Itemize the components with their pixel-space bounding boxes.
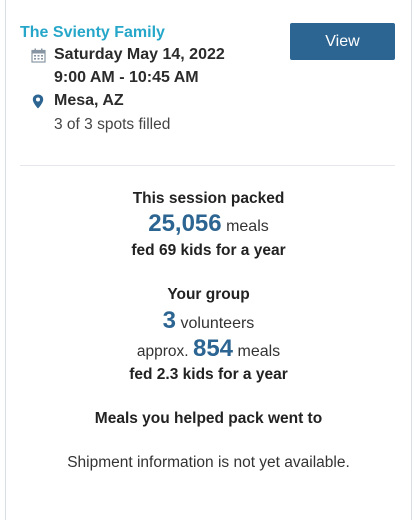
shipment-status: Shipment information is not yet availabl… — [67, 454, 350, 471]
spots-row: 3 of 3 spots filled — [54, 116, 170, 134]
session-meals-count: 25,056 — [148, 210, 222, 237]
calendar-icon — [30, 48, 46, 63]
group-volunteers-count: 3 — [162, 307, 177, 334]
group-volunteers-unit: volunteers — [180, 315, 255, 332]
time-row: 9:00 AM - 10:45 AM — [54, 69, 199, 87]
group-meals-count: 854 — [192, 335, 234, 362]
approx-label: approx. — [136, 343, 189, 360]
view-button[interactable]: View — [290, 23, 395, 60]
family-name: The Svienty Family — [20, 24, 165, 41]
session-impact: fed 69 kids for a year — [131, 242, 286, 259]
location-row: Mesa, AZ — [30, 92, 124, 110]
divider — [20, 165, 395, 166]
event-location: Mesa, AZ — [54, 92, 124, 109]
group-volunteers-line: 3 volunteers — [5, 307, 412, 335]
shipment-heading: Meals you helped pack went to — [94, 410, 323, 427]
event-time: 9:00 AM - 10:45 AM — [54, 69, 199, 86]
session-heading: This session packed — [132, 190, 285, 207]
group-impact: fed 2.3 kids for a year — [129, 366, 288, 383]
session-meals-unit: meals — [226, 218, 269, 235]
date-row: Saturday May 14, 2022 — [30, 46, 225, 64]
group-meals-unit: meals — [237, 343, 281, 360]
event-date: Saturday May 14, 2022 — [54, 46, 225, 63]
group-meals-line: approx. 854 meals — [5, 335, 412, 363]
group-heading: Your group — [167, 286, 250, 303]
session-meals-line: 25,056 meals — [5, 210, 412, 238]
map-pin-icon — [30, 94, 46, 109]
spots-filled: 3 of 3 spots filled — [54, 116, 171, 133]
